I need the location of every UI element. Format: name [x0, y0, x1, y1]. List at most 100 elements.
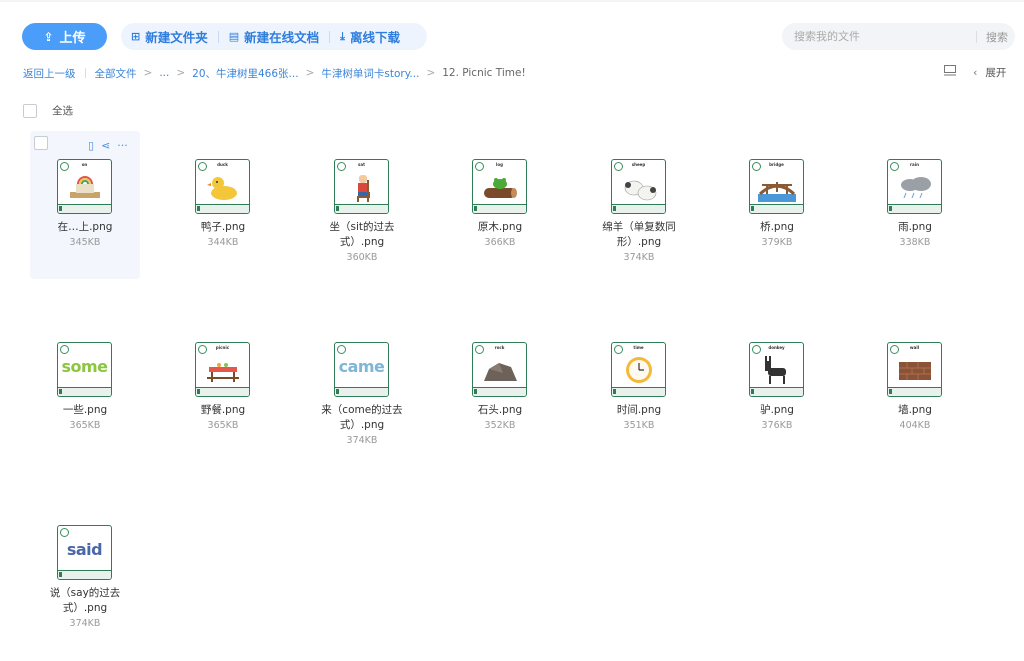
- file-size: 379KB: [761, 237, 793, 248]
- card-word: sheep: [631, 162, 646, 167]
- file-name[interactable]: 墙.png: [864, 403, 966, 418]
- file-size: 374KB: [69, 618, 101, 629]
- file-tile[interactable]: wall 墙.png 404KB: [860, 314, 970, 462]
- file-size: 351KB: [623, 420, 655, 431]
- card-footer: [473, 204, 526, 213]
- more-icon[interactable]: ···: [117, 139, 128, 152]
- file-thumbnail[interactable]: came: [334, 342, 389, 397]
- file-tile[interactable]: sat 坐（sit的过去式）.png 360KB: [307, 131, 417, 279]
- card-footer: [612, 204, 665, 213]
- word-some: some: [61, 357, 108, 376]
- file-thumbnail[interactable]: time: [611, 342, 666, 397]
- card-footer: [58, 570, 111, 579]
- boy-sitting-icon: [357, 175, 370, 202]
- file-tile[interactable]: some 一些.png 365KB: [30, 314, 140, 462]
- file-tile[interactable]: ▯ ⋖ ··· on 在…上.png 345KB: [30, 131, 140, 279]
- log-frog-icon: [484, 178, 517, 198]
- brick-wall-icon: [899, 362, 931, 380]
- file-thumbnail[interactable]: rain: [887, 159, 942, 214]
- card-footer: [750, 204, 803, 213]
- file-tile[interactable]: time 时间.png 351KB: [584, 314, 694, 462]
- file-size: 344KB: [207, 237, 239, 248]
- donkey-icon: [765, 356, 786, 384]
- bridge-icon: [758, 182, 796, 202]
- file-checkbox[interactable]: [34, 136, 48, 150]
- oxford-logo-icon: [337, 345, 346, 354]
- card-word: on: [81, 162, 88, 167]
- file-name[interactable]: 原木.png: [449, 220, 551, 235]
- oxford-logo-icon: [60, 528, 69, 537]
- card-word: donkey: [768, 345, 785, 350]
- file-tile[interactable]: bridge 桥.png 379KB: [722, 131, 832, 279]
- file-tile[interactable]: rain 雨.png 338KB: [860, 131, 970, 279]
- file-actions: ▯ ⋖ ···: [88, 139, 128, 152]
- card-footer: [888, 204, 941, 213]
- card-footer: [58, 204, 111, 213]
- file-name[interactable]: 雨.png: [864, 220, 966, 235]
- file-size: 365KB: [69, 420, 101, 431]
- file-name[interactable]: 驴.png: [726, 403, 828, 418]
- file-name[interactable]: 在…上.png: [34, 220, 136, 235]
- sheep-icon: [624, 180, 657, 201]
- file-tile[interactable]: sheep 绵羊（单复数同形）.png 374KB: [584, 131, 694, 279]
- file-grid: ▯ ⋖ ··· on 在…上.png 345KB duck 鸭子.png 344KB sat 坐（s…: [0, 0, 1024, 661]
- file-tile[interactable]: came 来（come的过去式）.png 374KB: [307, 314, 417, 462]
- file-size: 404KB: [899, 420, 931, 431]
- file-size: 366KB: [484, 237, 516, 248]
- oxford-logo-icon: [60, 345, 69, 354]
- file-thumbnail[interactable]: bridge: [749, 159, 804, 214]
- file-thumbnail[interactable]: on: [57, 159, 112, 214]
- file-name[interactable]: 桥.png: [726, 220, 828, 235]
- rock-icon: [484, 363, 517, 381]
- file-name[interactable]: 一些.png: [34, 403, 136, 418]
- file-size: 352KB: [484, 420, 516, 431]
- card-word: sat: [358, 162, 365, 167]
- file-name[interactable]: 石头.png: [449, 403, 551, 418]
- file-tile[interactable]: picnic 野餐.png 365KB: [168, 314, 278, 462]
- file-name[interactable]: 坐（sit的过去式）.png: [311, 220, 413, 250]
- file-name[interactable]: 时间.png: [588, 403, 690, 418]
- file-thumbnail[interactable]: rock: [472, 342, 527, 397]
- card-footer: [335, 387, 388, 396]
- file-size: 376KB: [761, 420, 793, 431]
- card-footer: [612, 387, 665, 396]
- file-tile[interactable]: said 说（say的过去式）.png 374KB: [30, 497, 140, 645]
- file-thumbnail[interactable]: said: [57, 525, 112, 580]
- card-footer: [196, 204, 249, 213]
- file-name[interactable]: 说（say的过去式）.png: [34, 586, 136, 616]
- duck-icon: [207, 177, 237, 200]
- file-thumbnail[interactable]: log: [472, 159, 527, 214]
- card-footer: [473, 387, 526, 396]
- phone-icon[interactable]: ▯: [88, 139, 94, 152]
- file-thumbnail[interactable]: some: [57, 342, 112, 397]
- word-came: came: [338, 357, 385, 376]
- file-thumbnail[interactable]: donkey: [749, 342, 804, 397]
- file-thumbnail[interactable]: wall: [887, 342, 942, 397]
- file-size: 365KB: [207, 420, 239, 431]
- picnic-table-icon: [207, 363, 239, 382]
- share-icon[interactable]: ⋖: [101, 139, 110, 152]
- boat-icon: [70, 176, 100, 198]
- file-tile[interactable]: rock 石头.png 352KB: [445, 314, 555, 462]
- file-thumbnail[interactable]: picnic: [195, 342, 250, 397]
- file-thumbnail[interactable]: duck: [195, 159, 250, 214]
- file-name[interactable]: 野餐.png: [172, 403, 274, 418]
- file-tile[interactable]: donkey 驴.png 376KB: [722, 314, 832, 462]
- card-word: picnic: [215, 345, 230, 350]
- card-word: bridge: [769, 162, 784, 167]
- file-tile[interactable]: duck 鸭子.png 344KB: [168, 131, 278, 279]
- word-said: said: [66, 540, 103, 559]
- card-footer: [750, 387, 803, 396]
- file-name[interactable]: 鸭子.png: [172, 220, 274, 235]
- rain-cloud-icon: [901, 177, 931, 199]
- file-size: 374KB: [346, 435, 378, 446]
- file-name[interactable]: 来（come的过去式）.png: [311, 403, 413, 433]
- file-tile[interactable]: log 原木.png 366KB: [445, 131, 555, 279]
- file-name[interactable]: 绵羊（单复数同形）.png: [588, 220, 690, 250]
- file-thumbnail[interactable]: sat: [334, 159, 389, 214]
- file-thumbnail[interactable]: sheep: [611, 159, 666, 214]
- file-size: 374KB: [623, 252, 655, 263]
- card-word: rock: [494, 345, 505, 350]
- card-word: time: [633, 345, 644, 350]
- card-footer: [335, 204, 388, 213]
